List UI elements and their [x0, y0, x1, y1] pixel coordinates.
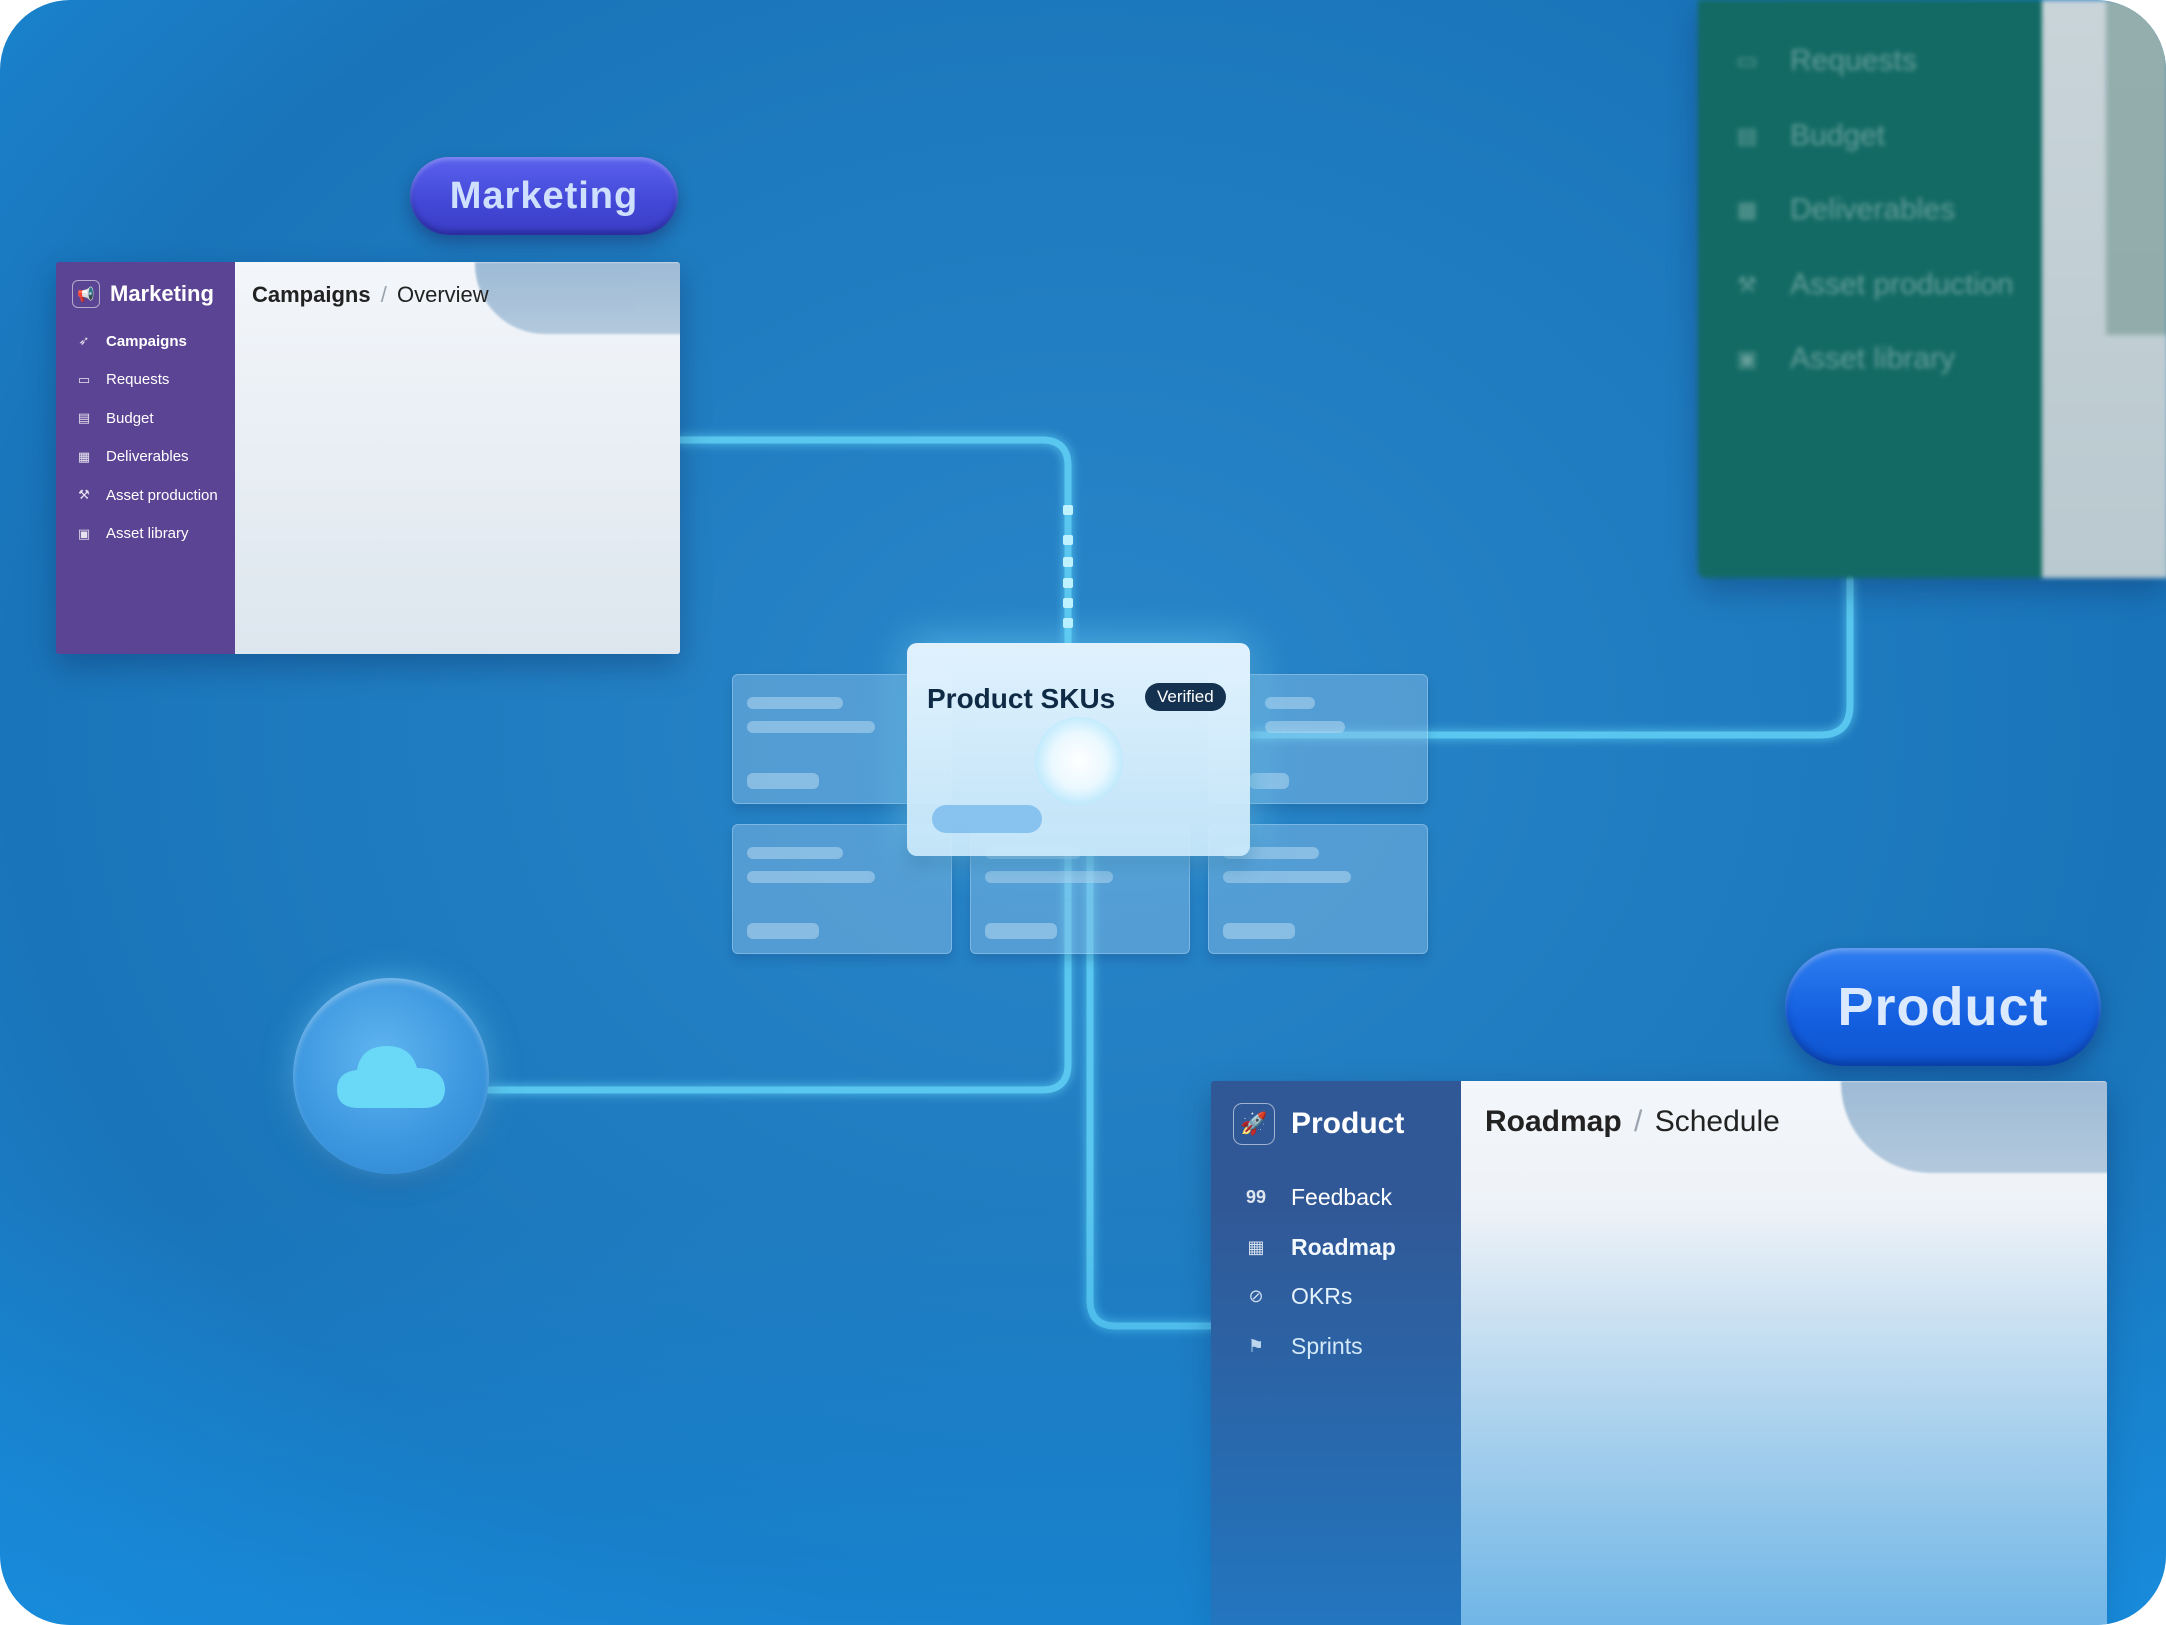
sidebar-item-label: Sprints — [1291, 1332, 1363, 1359]
flag-icon: ⚑ — [1247, 1335, 1265, 1356]
decorative-shape — [475, 262, 680, 334]
sidebar-item-budget[interactable]: ▤ Budget — [1734, 99, 2042, 174]
marketing-app-window: 📢 Marketing ➶ Campaigns ▭ Requests ▤ Bud… — [56, 262, 680, 654]
sidebar-item-label: Deliverables — [106, 448, 189, 466]
image-icon: ▣ — [77, 525, 91, 541]
calendar-icon: ▦ — [77, 448, 91, 464]
sidebar-item-roadmap[interactable]: ▦ Roadmap — [1233, 1223, 1461, 1273]
sidebar-item-requests[interactable]: ▭ Requests — [72, 361, 235, 400]
marketing-tag[interactable]: Marketing — [410, 157, 678, 235]
sidebar-item-label: Requests — [1790, 44, 1917, 78]
decorative-shape — [2106, 0, 2166, 335]
card-title: Product SKUs — [927, 683, 1116, 714]
breadcrumb-current[interactable]: Roadmap — [1485, 1105, 1622, 1138]
quote-icon: 99 — [1245, 1187, 1267, 1208]
product-tag[interactable]: Product — [1785, 948, 2101, 1066]
sidebar-item-label: Roadmap — [1291, 1233, 1396, 1260]
tools-icon: ⚒ — [78, 487, 90, 503]
sidebar-item-asset-library[interactable]: ▣ Asset library — [72, 515, 235, 554]
marketing-main-panel: Campaigns / Overview — [235, 262, 680, 654]
sidebar-item-label: Requests — [106, 371, 170, 389]
sidebar-item-budget[interactable]: ▤ Budget — [72, 399, 235, 438]
canvas: Marketing 📢 Marketing ➶ Campaigns ▭ Requ… — [0, 0, 2166, 1625]
marketing-sidebar: 📢 Marketing ➶ Campaigns ▭ Requests ▤ Bud… — [56, 262, 235, 654]
product-app-window: 🚀 Product 99 Feedback ▦ Roadmap ⊘ OKRs ⚑… — [1211, 1081, 2107, 1625]
cloud-source-button[interactable] — [293, 978, 489, 1174]
inbox-icon: ▭ — [1736, 48, 1758, 74]
green-main-panel — [2042, 0, 2166, 578]
breadcrumb-separator: / — [380, 282, 387, 307]
marketing-app-title: Marketing — [110, 281, 214, 306]
verified-badge: Verified — [1145, 683, 1226, 711]
sidebar-item-label: Asset library — [106, 525, 189, 543]
calendar-icon: ▦ — [1736, 197, 1758, 223]
sidebar-item-label: Budget — [1790, 118, 1886, 152]
product-sidebar: 🚀 Product 99 Feedback ▦ Roadmap ⊘ OKRs ⚑… — [1211, 1081, 1461, 1625]
cloud-icon — [337, 1046, 445, 1108]
breadcrumb-separator: / — [1634, 1105, 1643, 1138]
connection-node — [1035, 717, 1123, 805]
breadcrumb-sub[interactable]: Schedule — [1655, 1105, 1780, 1138]
green-sidebar: ▭ Requests ▤ Budget ▦ Deliverables ⚒ Ass… — [1698, 0, 2042, 578]
sidebar-item-label: Asset production — [1790, 267, 2014, 301]
sidebar-item-deliverables[interactable]: ▦ Deliverables — [1734, 173, 2042, 248]
sidebar-item-deliverables[interactable]: ▦ Deliverables — [72, 438, 235, 477]
rocket-icon: 🚀 — [1233, 1103, 1275, 1145]
calendar-icon: ▦ — [1247, 1236, 1265, 1257]
inbox-icon: ▭ — [77, 371, 91, 387]
breadcrumb-current[interactable]: Campaigns — [252, 282, 371, 307]
product-sidebar-header[interactable]: 🚀 Product — [1233, 1103, 1461, 1145]
product-app-title: Product — [1291, 1107, 1405, 1140]
sidebar-item-asset-production[interactable]: ⚒ Asset production — [1734, 248, 2042, 323]
sidebar-item-label: Deliverables — [1790, 193, 1956, 227]
sidebar-item-okrs[interactable]: ⊘ OKRs — [1233, 1272, 1461, 1322]
marketing-sidebar-header[interactable]: 📢 Marketing — [72, 280, 235, 308]
calculator-icon: ▤ — [1736, 122, 1758, 148]
image-icon: ▣ — [1736, 346, 1758, 372]
card-placeholder-bar — [932, 805, 1042, 833]
sidebar-item-asset-library[interactable]: ▣ Asset library — [1734, 322, 2042, 397]
breadcrumb: Campaigns / Overview — [252, 282, 489, 308]
sidebar-item-sprints[interactable]: ⚑ Sprints — [1233, 1322, 1461, 1372]
compass-icon: ⊘ — [1248, 1286, 1264, 1307]
green-app-window: ▭ Requests ▤ Budget ▦ Deliverables ⚒ Ass… — [1698, 0, 2166, 578]
sidebar-item-campaigns[interactable]: ➶ Campaigns — [72, 322, 235, 361]
rocket-icon: ➶ — [78, 333, 90, 349]
calculator-icon: ▤ — [77, 410, 91, 426]
sidebar-item-label: Asset library — [1790, 342, 1956, 376]
megaphone-icon: 📢 — [72, 280, 100, 308]
connector-marketing — [676, 436, 1072, 647]
sidebar-item-label: Budget — [106, 409, 154, 427]
sidebar-item-asset-production[interactable]: ⚒ Asset production — [72, 476, 235, 515]
sidebar-item-label: Campaigns — [106, 332, 187, 350]
tools-icon: ⚒ — [1737, 271, 1757, 297]
sidebar-item-label: OKRs — [1291, 1283, 1353, 1310]
product-main-panel: Roadmap / Schedule — [1461, 1081, 2107, 1625]
breadcrumb: Roadmap / Schedule — [1485, 1105, 1780, 1139]
sidebar-item-requests[interactable]: ▭ Requests — [1734, 24, 2042, 99]
decorative-shape — [1841, 1081, 2107, 1173]
sidebar-item-label: Asset production — [106, 486, 218, 504]
sidebar-item-feedback[interactable]: 99 Feedback — [1233, 1173, 1461, 1223]
breadcrumb-sub[interactable]: Overview — [397, 282, 489, 307]
sidebar-item-label: Feedback — [1291, 1184, 1393, 1211]
